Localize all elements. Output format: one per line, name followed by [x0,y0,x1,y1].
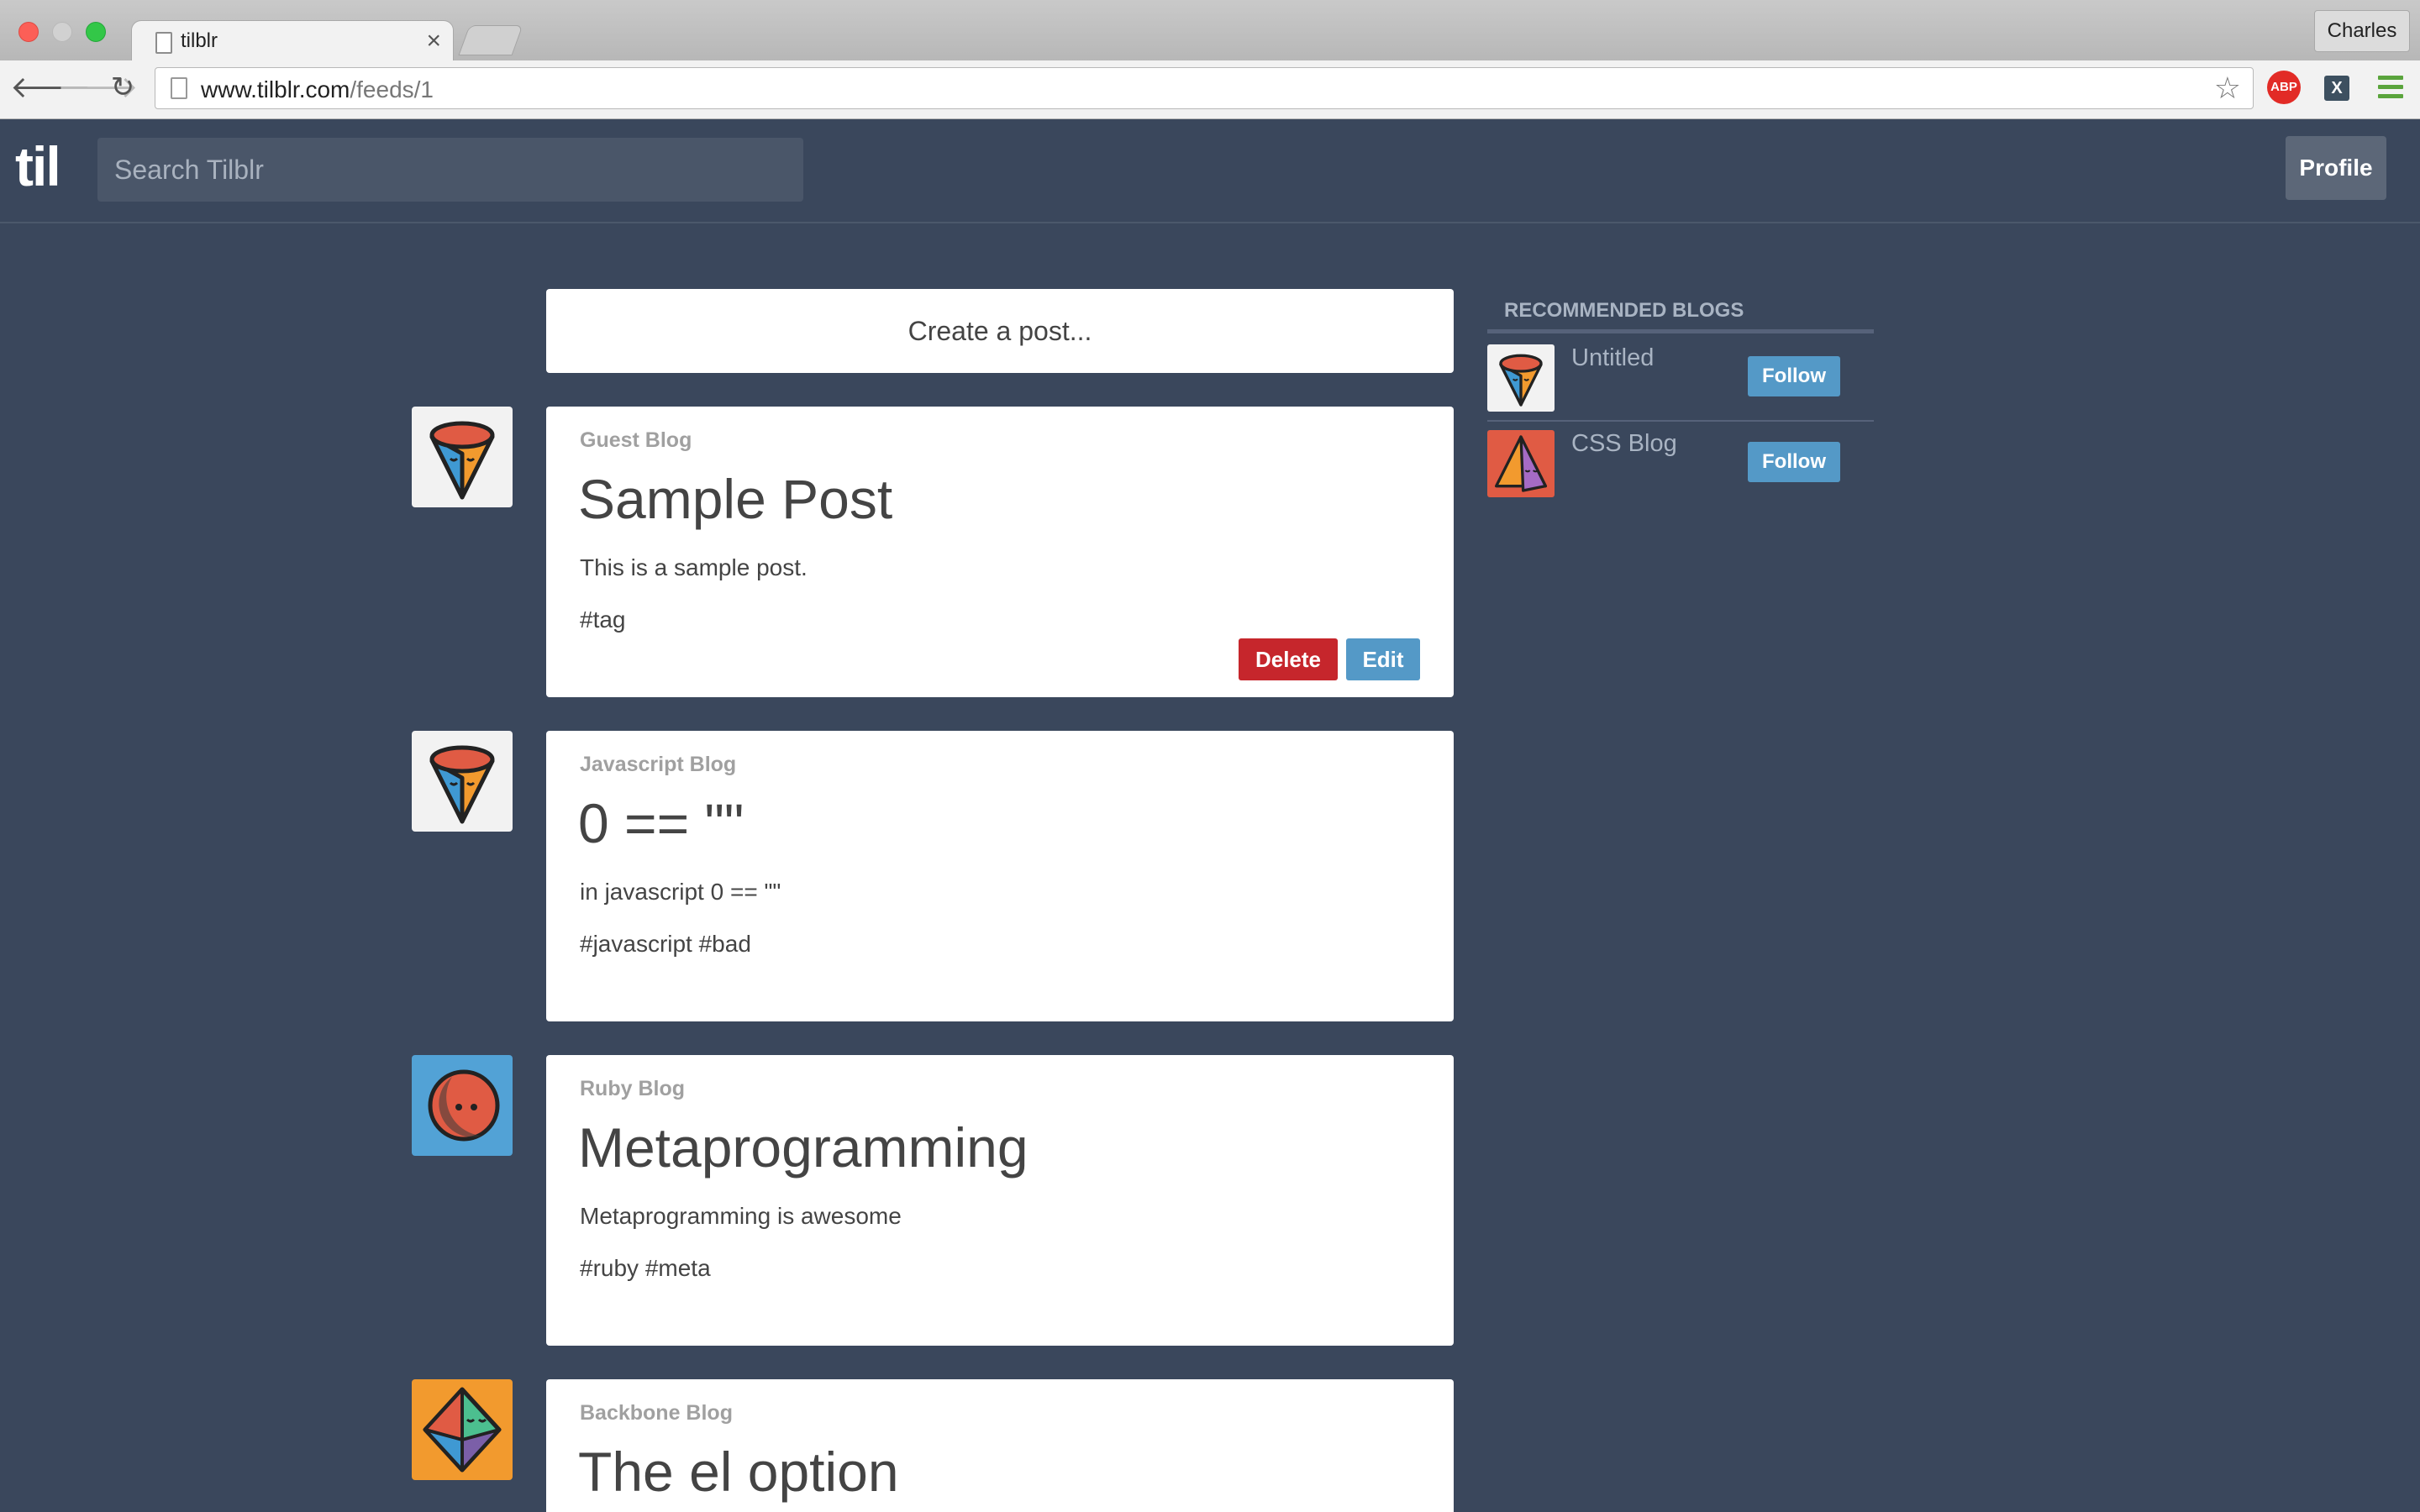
reload-icon[interactable]: ↻ [104,69,141,106]
pyramid-face-icon[interactable] [1487,430,1555,497]
post-body: in javascript 0 == "" [580,879,781,905]
post-blog-name[interactable]: Backbone Blog [580,1401,733,1425]
x-extension-icon[interactable]: X [2324,76,2349,101]
address-bar[interactable]: www.tilblr.com/feeds/1 ☆ [155,67,2254,109]
tab-title: tilblr [181,29,218,52]
sphere-face-icon[interactable] [412,1055,513,1156]
browser-toolbar: 🡐 🡒 ↻ www.tilblr.com/feeds/1 ☆ ABP X [0,60,2420,119]
post-body: Metaprogramming is awesome [580,1203,902,1229]
post-card: Guest Blog Sample Post This is a sample … [546,407,1454,697]
search-input[interactable] [97,138,803,202]
bookmark-star-icon[interactable]: ☆ [2214,73,2241,103]
page-icon [155,32,172,54]
recommended-blog-row: CSS Blog Follow [1487,423,1874,507]
post-tags[interactable]: #ruby #meta [580,1255,711,1282]
browser-profile-button[interactable]: Charles [2314,10,2410,52]
divider [1487,329,1874,333]
post-title: Metaprogramming [578,1116,1028,1179]
browser-chrome: tilblr × Charles 🡐 🡒 ↻ www.tilblr.com/fe… [0,0,2420,119]
url-host: www.tilblr.com [201,76,350,102]
post-blog-name[interactable]: Javascript Blog [580,753,736,777]
cone-face-icon[interactable] [412,731,513,832]
cone-face-icon[interactable] [412,407,513,507]
recommended-blog-row: Untitled Follow [1487,338,1874,422]
follow-button[interactable]: Follow [1748,356,1840,396]
cone-face-icon[interactable] [1487,344,1555,412]
post-blog-name[interactable]: Ruby Blog [580,1077,685,1101]
recommended-blog-name[interactable]: Untitled [1571,344,1654,372]
delete-button[interactable]: Delete [1239,638,1338,680]
browser-titlebar: tilblr × Charles [0,0,2420,62]
url-text[interactable]: www.tilblr.com/feeds/1 [201,76,434,103]
post-title: 0 == "" [578,792,744,854]
url-path: /feeds/1 [350,76,434,102]
window-minimize-button[interactable] [52,22,72,42]
post-title: Sample Post [578,468,893,530]
post-tags[interactable]: #tag [580,606,626,633]
profile-button[interactable]: Profile [2286,136,2386,200]
browser-tab[interactable]: tilblr × [131,20,454,62]
window-close-button[interactable] [18,22,39,42]
hamburger-menu-icon[interactable] [2378,76,2403,101]
create-post-button[interactable]: Create a post... [546,289,1454,373]
app-logo[interactable]: til [15,134,61,198]
octahedron-face-icon[interactable] [412,1379,513,1480]
post-card: Backbone Blog The el option [546,1379,1454,1512]
page-icon [171,77,187,99]
app-header: til Profile [0,119,2420,223]
window-maximize-button[interactable] [86,22,106,42]
post-tags[interactable]: #javascript #bad [580,931,751,958]
post-body: This is a sample post. [580,554,808,580]
tab-close-icon[interactable]: × [426,26,441,56]
post-blog-name[interactable]: Guest Blog [580,428,692,453]
post-title: The el option [578,1441,899,1503]
new-tab-button[interactable] [458,25,523,55]
edit-button[interactable]: Edit [1346,638,1420,680]
forward-arrow-icon[interactable]: 🡒 [57,69,139,106]
adblock-extension-icon[interactable]: ABP [2267,71,2301,104]
post-card: Ruby Blog Metaprogramming Metaprogrammin… [546,1055,1454,1346]
recommended-blogs-heading: RECOMMENDED BLOGS [1504,299,1744,322]
recommended-blog-name[interactable]: CSS Blog [1571,430,1677,458]
back-arrow-icon[interactable]: 🡐 [10,69,92,106]
follow-button[interactable]: Follow [1748,442,1840,482]
post-card: Javascript Blog 0 == "" in javascript 0 … [546,731,1454,1021]
